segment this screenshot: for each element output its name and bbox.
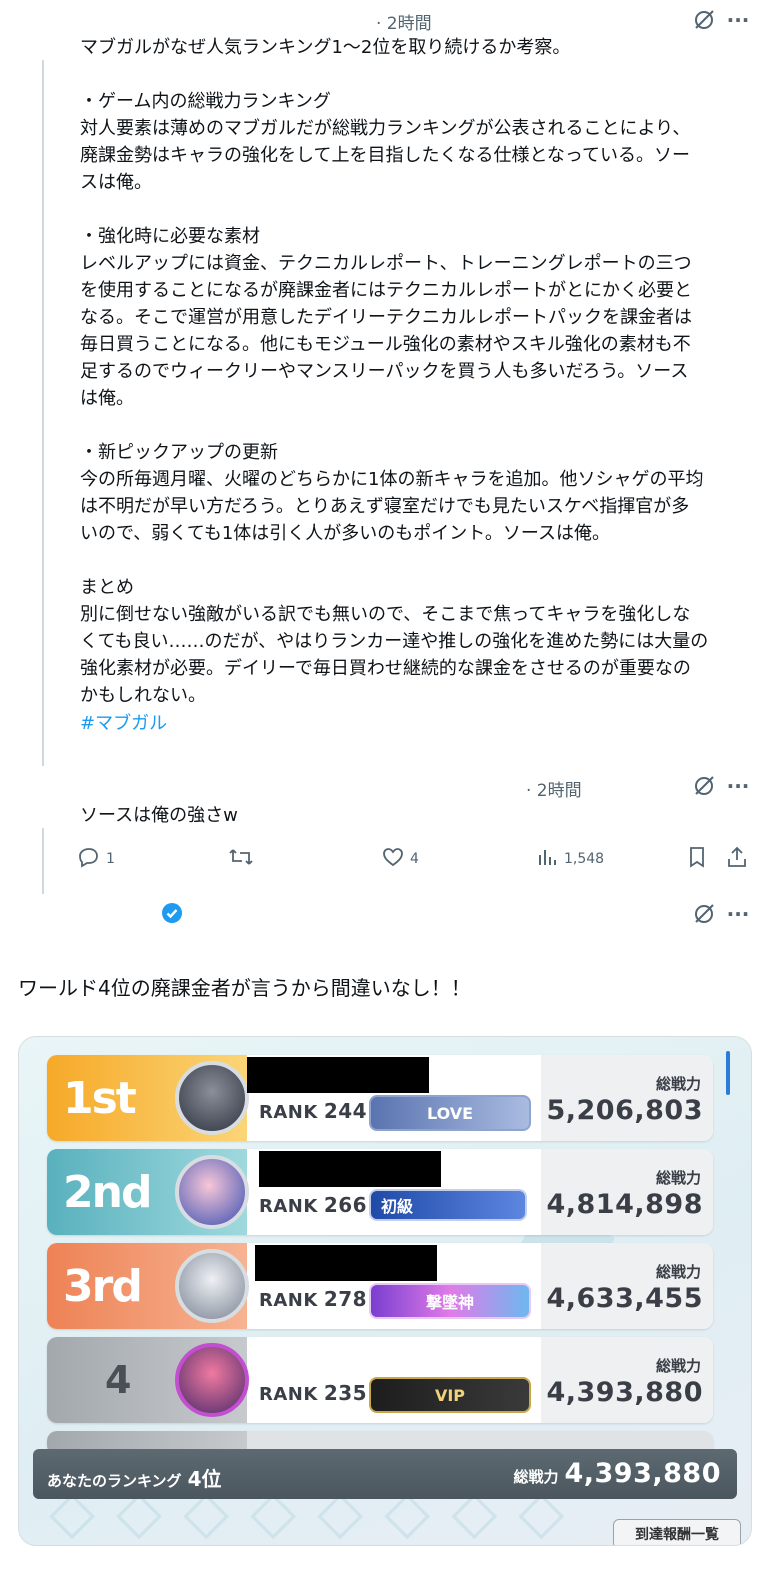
avatar bbox=[175, 1061, 249, 1135]
post-timestamp[interactable]: · 2時間 bbox=[376, 9, 432, 34]
post-paragraph: ・新ピックアップの更新 今の所毎週月曜、火曜のどちらかに1体の新キャラを追加。他… bbox=[80, 442, 704, 544]
your-power-label: 総戦力 bbox=[513, 1468, 559, 1486]
power-box: 総戦力 4,814,898 bbox=[541, 1149, 713, 1235]
more-icon[interactable]: ··· bbox=[724, 6, 752, 34]
rank-level: RANK 278 bbox=[259, 1287, 367, 1311]
power-value: 4,633,455 bbox=[546, 1283, 703, 1314]
views-button[interactable]: 1,548 bbox=[536, 846, 604, 872]
scrollbar[interactable] bbox=[726, 1051, 730, 1095]
rank-label: RANK bbox=[259, 1102, 318, 1123]
your-rank-value: 4位 bbox=[187, 1467, 222, 1491]
title-badge: 初級 bbox=[369, 1189, 527, 1221]
rank-value: 278 bbox=[323, 1287, 368, 1311]
ranking-row: 1st RANK 244 LOVE 総戦力 5,206,803 bbox=[47, 1055, 713, 1141]
thread-line bbox=[42, 60, 44, 766]
rank-label: RANK bbox=[259, 1290, 318, 1311]
badge-label: LOVE bbox=[426, 1103, 474, 1123]
post-paragraph: ・強化時に必要な素材 レベルアップには資金、テクニカルレポート、トレーニングレポ… bbox=[80, 226, 692, 409]
view-count: 1,548 bbox=[564, 851, 605, 867]
rank-label: RANK bbox=[259, 1196, 318, 1217]
your-rank-label: あなたのランキング bbox=[47, 1472, 182, 1490]
repost-icon bbox=[228, 846, 254, 872]
ranking-screenshot[interactable]: ◆ ◇ ◇ ◇ ◇ ◇ ◇ ◇ ◇ 1st RANK244 LOVE 総戦力 5… bbox=[18, 1036, 752, 1546]
your-ranking-bar: あなたのランキング 4位 総戦力 4,393,880 bbox=[33, 1449, 737, 1499]
post-paragraph: マブガルがなぜ人気ランキング1～2位を取り続けるか考察。 bbox=[80, 37, 571, 58]
rank-level: RANK 266 bbox=[259, 1193, 367, 1217]
redacted-name bbox=[255, 1245, 437, 1281]
avatar bbox=[175, 1249, 249, 1323]
post-timestamp[interactable]: · 2時間 bbox=[526, 776, 582, 801]
power-label: 総戦力 bbox=[655, 1357, 701, 1375]
like-count: 4 bbox=[410, 851, 419, 867]
rank-level: RANK 235 bbox=[259, 1381, 367, 1405]
post-paragraph: まとめ 別に倒せない強敵がいる訳でも無いので、そこまで焦ってキャラを強化しな く… bbox=[80, 577, 709, 706]
rank-value: 266 bbox=[323, 1193, 368, 1217]
power-box: 総戦力 4,633,455 bbox=[541, 1243, 713, 1329]
rank-label: RANK bbox=[259, 1384, 318, 1405]
badge-label: 初級 bbox=[381, 1197, 414, 1216]
avatar bbox=[175, 1155, 249, 1229]
ranking-row: 2nd RANK 266 初級 総戦力 4,814,898 bbox=[47, 1149, 713, 1235]
badge-label: VIP bbox=[434, 1385, 466, 1405]
your-power: 総戦力 4,393,880 bbox=[513, 1458, 721, 1489]
analytics-icon bbox=[536, 846, 558, 872]
rewards-list-button[interactable]: 到達報酬一覧 bbox=[613, 1519, 741, 1545]
post-body: マブガルがなぜ人気ランキング1～2位を取り続けるか考察。 ・ゲーム内の総戦力ラン… bbox=[80, 34, 760, 735]
grok-icon[interactable] bbox=[690, 6, 718, 34]
share-icon[interactable] bbox=[724, 844, 750, 870]
power-box: 総戦力 4,393,880 bbox=[541, 1337, 713, 1423]
title-badge: 撃墜神 bbox=[369, 1283, 531, 1319]
power-value: 4,814,898 bbox=[546, 1189, 703, 1220]
reply-button[interactable]: 1 bbox=[78, 846, 115, 872]
post-paragraph: ・ゲーム内の総戦力ランキング 対人要素は薄めのマブガルだが総戦力ランキングが公表… bbox=[80, 91, 691, 193]
power-value: 5,206,803 bbox=[546, 1095, 703, 1126]
thread-line bbox=[42, 828, 44, 894]
post-text: ソースは俺の強さw bbox=[80, 805, 238, 826]
grok-icon[interactable] bbox=[690, 900, 718, 928]
heart-icon bbox=[382, 846, 404, 872]
rank-value: 244 bbox=[323, 1099, 368, 1123]
ranking-row: 3rd RANK 278 撃墜神 総戦力 4,633,455 bbox=[47, 1243, 713, 1329]
redacted-name bbox=[259, 1151, 441, 1187]
title-badge: LOVE bbox=[369, 1095, 531, 1131]
more-icon[interactable]: ··· bbox=[724, 772, 752, 800]
reply-count: 1 bbox=[106, 851, 115, 867]
your-rank: あなたのランキング 4位 bbox=[47, 1463, 221, 1492]
grok-icon[interactable] bbox=[690, 772, 718, 800]
your-power-value: 4,393,880 bbox=[564, 1458, 721, 1489]
post-text: ワールド4位の廃課金者が言うから間違いなし！！ bbox=[18, 976, 471, 1000]
avatar bbox=[175, 1343, 249, 1417]
power-label: 総戦力 bbox=[655, 1075, 701, 1093]
rank-level: RANK 244 bbox=[259, 1099, 367, 1123]
verified-icon bbox=[161, 902, 183, 928]
title-badge: VIP bbox=[369, 1377, 531, 1413]
power-label: 総戦力 bbox=[655, 1263, 701, 1281]
reply-icon bbox=[78, 846, 100, 872]
like-button[interactable]: 4 bbox=[382, 846, 419, 872]
power-label: 総戦力 bbox=[655, 1169, 701, 1187]
more-icon[interactable]: ··· bbox=[724, 900, 752, 928]
power-box: 総戦力 5,206,803 bbox=[541, 1055, 713, 1141]
post-actions: 1 4 1,548 bbox=[78, 842, 758, 872]
hashtag-link[interactable]: #マブガル bbox=[80, 709, 760, 735]
ranking-row: 4 RANK 235 VIP 総戦力 4,393,880 bbox=[47, 1337, 713, 1423]
repost-button[interactable] bbox=[228, 846, 254, 872]
rank-value: 235 bbox=[323, 1381, 368, 1405]
bookmark-icon[interactable] bbox=[684, 844, 710, 870]
redacted-name bbox=[247, 1057, 429, 1093]
badge-label: 撃墜神 bbox=[425, 1293, 474, 1312]
power-value: 4,393,880 bbox=[546, 1377, 703, 1408]
